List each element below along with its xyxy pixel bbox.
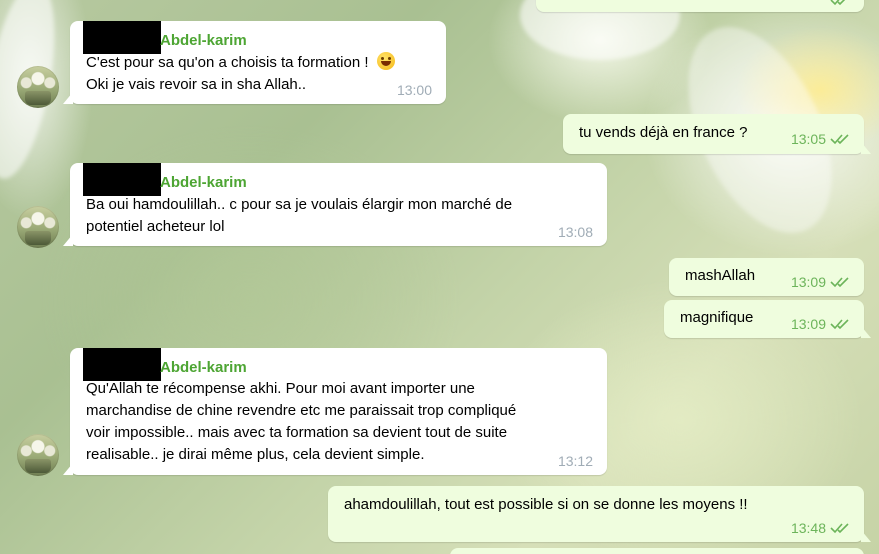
message-time: 13:12 <box>557 453 593 469</box>
message-text: mashAllah <box>685 267 756 284</box>
message-time: 13:09 <box>790 316 826 332</box>
message-text: Qu'Allah te récompense akhi. Pour moi av… <box>86 378 516 466</box>
message-line: Ba oui hamdoulillah.. c pour sa je voula… <box>86 196 513 213</box>
message-time: 13:08 <box>557 224 593 240</box>
message-bubble-outgoing-partial[interactable] <box>450 548 864 554</box>
message-time: 13:09 <box>790 274 826 290</box>
avatar[interactable] <box>17 66 59 108</box>
message-text: Ba oui hamdoulillah.. c pour sa je voula… <box>86 194 512 238</box>
message-time: 13:00 <box>396 82 432 98</box>
message-line: Qu'Allah te récompense akhi. Pour moi av… <box>86 380 475 397</box>
redacted-block <box>83 348 161 381</box>
message-line: potentiel acheteur lol <box>86 218 225 235</box>
message-bubble-outgoing-partial[interactable] <box>536 0 864 12</box>
message-bubble-incoming[interactable]: Abdel-karim Ba oui hamdoulillah.. c pour… <box>63 163 607 246</box>
message-bubble-outgoing[interactable]: mashAllah 13:09 <box>669 258 864 296</box>
bubble-tail <box>861 530 871 542</box>
message-line: C'est pour sa qu'on a choisis ta formati… <box>86 54 373 71</box>
sender-name[interactable]: Abdel-karim <box>160 173 247 192</box>
read-checkmarks-icon <box>830 319 849 330</box>
read-checkmarks-icon <box>830 134 849 145</box>
message-bubble-outgoing[interactable]: ahamdoulillah, tout est possible si on s… <box>328 486 871 542</box>
message-bubble-outgoing[interactable]: tu vends déjà en france ? 13:05 <box>563 114 871 154</box>
read-checkmarks-icon <box>830 523 849 534</box>
message-time: 13:48 <box>790 520 826 536</box>
redacted-block <box>83 163 161 196</box>
bubble-tail <box>63 234 73 246</box>
message-bubble-incoming[interactable]: Abdel-karim C'est pour sa qu'on a choisi… <box>63 21 446 104</box>
bubble-tail <box>861 142 871 154</box>
read-checkmarks-icon <box>830 277 849 288</box>
avatar[interactable] <box>17 434 59 476</box>
message-line: Oki je vais revoir sa in sha Allah.. <box>86 76 307 93</box>
bubble-tail <box>861 326 871 338</box>
message-text: C'est pour sa qu'on a choisis ta formati… <box>86 52 395 96</box>
message-text: ahamdoulillah, tout est possible si on s… <box>344 496 748 513</box>
read-checkmarks-icon <box>830 0 846 6</box>
sender-name[interactable]: Abdel-karim <box>160 358 247 377</box>
grinning-face-emoji-icon <box>376 52 395 70</box>
bubble-tail <box>63 463 73 475</box>
message-bubble-incoming[interactable]: Abdel-karim Qu'Allah te récompense akhi.… <box>63 348 607 475</box>
avatar[interactable] <box>17 206 59 248</box>
redacted-block <box>83 21 161 54</box>
bubble-tail <box>63 92 73 104</box>
message-line: marchandise de chine revendre etc me par… <box>86 402 517 419</box>
message-line: voir impossible.. mais avec ta formation… <box>86 424 508 441</box>
message-line: realisable.. je dirai même plus, cela de… <box>86 446 425 463</box>
message-text: magnifique <box>680 309 754 326</box>
message-text: tu vends déjà en france ? <box>579 124 748 141</box>
sender-name[interactable]: Abdel-karim <box>160 31 247 50</box>
message-bubble-outgoing[interactable]: magnifique 13:09 <box>664 300 871 338</box>
message-time: 13:05 <box>790 131 826 147</box>
